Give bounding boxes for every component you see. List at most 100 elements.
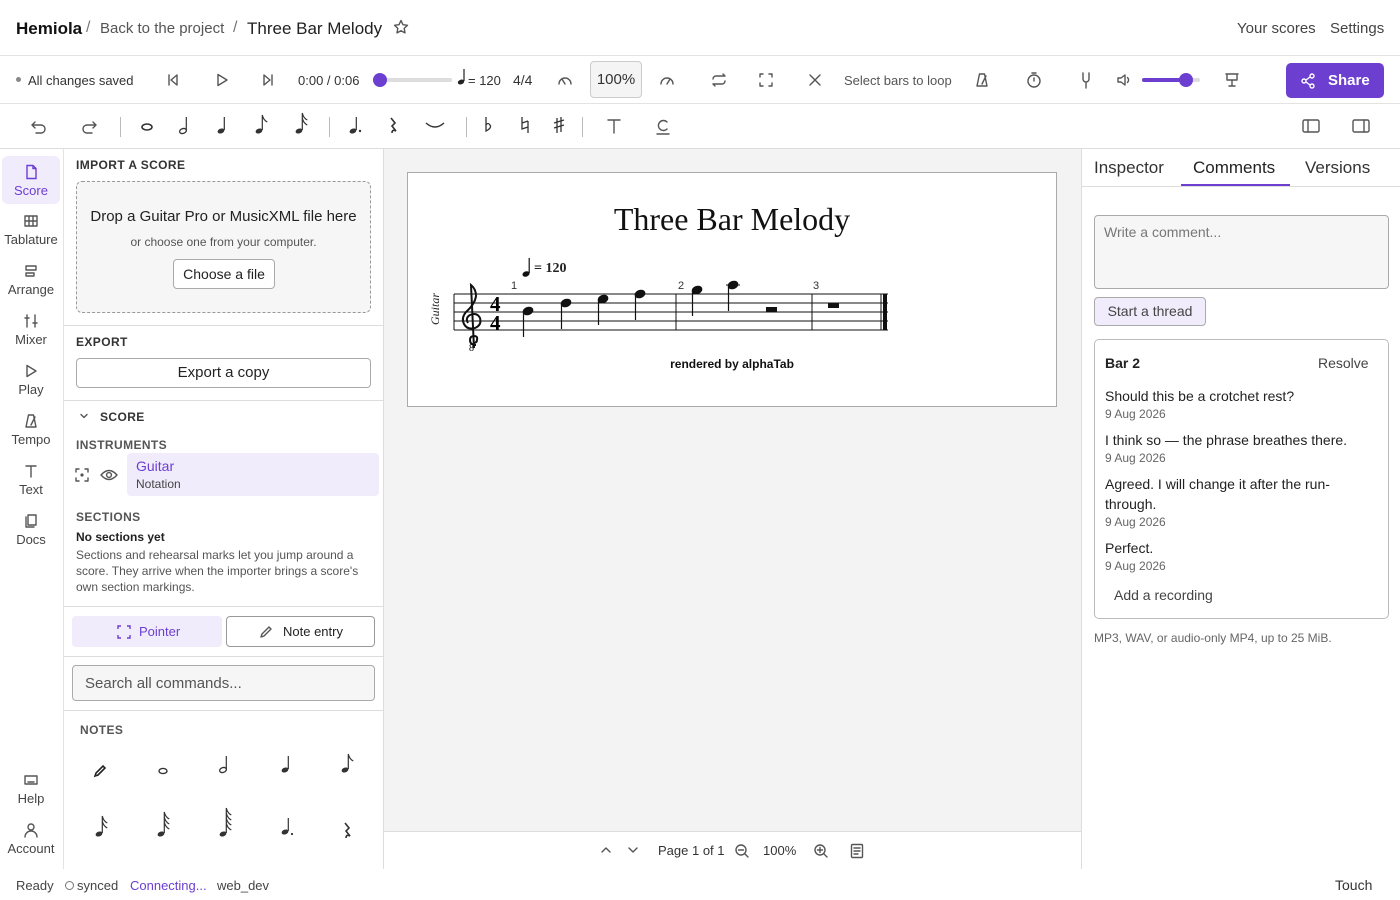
tab-comments[interactable]: Comments [1193, 158, 1275, 178]
play-icon[interactable] [214, 72, 230, 88]
page-indicator: Page 1 of 1 [658, 843, 725, 858]
your-scores-link[interactable]: Your scores [1237, 20, 1316, 37]
export-section-title: EXPORT [76, 335, 128, 349]
zoom-select[interactable]: 100% [590, 61, 642, 98]
zoom-in-icon[interactable] [813, 843, 829, 859]
breadcrumb-separator: / [86, 19, 91, 36]
toggle-left-panel-icon[interactable] [1302, 118, 1320, 134]
loop-icon[interactable] [710, 72, 728, 88]
natural-icon[interactable] [520, 115, 530, 135]
tempo-value[interactable]: = 120 [468, 73, 501, 88]
rail-item-account[interactable]: Account [2, 816, 60, 862]
skip-forward-icon[interactable] [260, 72, 276, 88]
half-note-icon[interactable] [218, 753, 230, 775]
score-canvas[interactable]: Three Bar Melody = 120 Guitar 1 2 3 8 4 … [384, 149, 1081, 869]
instrument-row-guitar[interactable]: Guitar Notation [127, 453, 379, 496]
half-note-icon[interactable] [178, 114, 190, 136]
flat-icon[interactable] [484, 115, 494, 135]
dotted-quarter-note-icon[interactable] [280, 815, 294, 837]
zoom-out-icon[interactable] [734, 843, 750, 859]
count-in-icon[interactable] [1026, 71, 1042, 89]
brand-logo[interactable]: Hemiola [16, 19, 82, 39]
command-search-input[interactable]: Search all commands... [72, 665, 375, 701]
rail-item-text[interactable]: Text [2, 457, 60, 503]
rest-icon[interactable] [388, 116, 398, 136]
touch-mode-toggle[interactable]: Touch [1335, 877, 1372, 893]
eye-icon[interactable] [100, 467, 118, 483]
chord-tool-icon[interactable] [655, 117, 671, 137]
volume-icon[interactable] [1116, 72, 1132, 88]
export-button[interactable]: Export a copy [76, 358, 371, 388]
star-icon[interactable] [393, 19, 409, 35]
chevron-up-icon[interactable] [599, 843, 613, 857]
add-recording-button[interactable]: Add a recording [1114, 587, 1213, 603]
import-dropzone[interactable]: Drop a Guitar Pro or MusicXML file here … [76, 181, 371, 313]
rail-item-docs[interactable]: Docs [2, 507, 60, 553]
settings-link[interactable]: Settings [1330, 20, 1384, 37]
score-page[interactable]: Three Bar Melody = 120 Guitar 1 2 3 8 4 … [407, 172, 1057, 407]
quarter-note-icon[interactable] [216, 114, 228, 136]
resolve-button[interactable]: Resolve [1318, 355, 1369, 371]
undo-icon[interactable] [30, 118, 48, 134]
slow-down-icon[interactable] [556, 72, 574, 88]
fullscreen-icon[interactable] [758, 72, 774, 88]
rail-item-arrange[interactable]: Arrange [2, 257, 60, 303]
speed-up-icon[interactable] [658, 72, 676, 88]
sixteenth-note-icon[interactable] [94, 813, 108, 839]
presentation-icon[interactable] [1224, 72, 1240, 88]
start-thread-button[interactable]: Start a thread [1094, 297, 1206, 326]
comment-placeholder: Write a comment... [1104, 224, 1222, 240]
rest-icon[interactable] [342, 821, 352, 841]
rail-item-help[interactable]: Help [2, 766, 60, 812]
pencil-icon[interactable] [92, 763, 108, 779]
user-icon [24, 823, 38, 838]
sync-status-icon [65, 881, 74, 890]
rail-item-mixer[interactable]: Mixer [2, 307, 60, 353]
metronome-icon[interactable] [974, 72, 990, 88]
text-tool-icon[interactable] [606, 117, 622, 135]
tie-icon[interactable] [424, 120, 446, 132]
share-button[interactable]: Share [1286, 63, 1384, 98]
page-layout-icon[interactable] [849, 843, 865, 859]
note-entry-button[interactable]: Note entry [226, 616, 375, 647]
tuning-fork-icon[interactable] [1078, 71, 1094, 89]
divider [64, 325, 383, 326]
dotted-note-icon[interactable] [348, 114, 362, 136]
rail-item-play[interactable]: Play [2, 357, 60, 403]
tab-versions[interactable]: Versions [1305, 158, 1370, 178]
thirty-second-note-icon[interactable] [156, 809, 170, 839]
chevron-down-icon[interactable] [78, 410, 90, 422]
quarter-note-icon[interactable] [280, 753, 292, 775]
rail-item-score[interactable]: Score [2, 156, 60, 204]
focus-icon[interactable] [74, 467, 90, 483]
eighth-note-icon[interactable] [340, 751, 354, 775]
chevron-down-icon[interactable] [626, 843, 640, 857]
choose-file-button[interactable]: Choose a file [173, 259, 275, 289]
recording-hint: MP3, WAV, or audio-only MP4, up to 25 Mi… [1094, 631, 1332, 645]
comment-text: Should this be a crotchet rest? [1105, 388, 1295, 404]
select-icon [116, 624, 132, 640]
toggle-right-panel-icon[interactable] [1352, 118, 1370, 134]
skip-back-icon[interactable] [165, 72, 181, 88]
staff-system[interactable]: 8 4 4 [448, 273, 898, 355]
whole-note-icon[interactable] [156, 766, 170, 776]
score-section-title[interactable]: SCORE [100, 410, 145, 424]
clear-selection-icon[interactable] [807, 72, 823, 88]
rail-item-tablature[interactable]: Tablature [2, 207, 60, 253]
text-icon [25, 465, 37, 478]
pointer-mode-button[interactable]: Pointer [72, 616, 222, 647]
time-signature[interactable]: 4/4 [513, 72, 532, 88]
sharp-icon[interactable] [553, 115, 565, 135]
sixty-fourth-note-icon[interactable] [218, 805, 232, 839]
back-to-project-link[interactable]: Back to the project [100, 20, 224, 37]
eighth-note-icon[interactable] [254, 112, 268, 136]
tab-inspector[interactable]: Inspector [1094, 158, 1164, 178]
playback-progress-slider[interactable] [373, 73, 452, 87]
comment-input[interactable]: Write a comment... [1094, 215, 1389, 289]
volume-slider[interactable] [1142, 73, 1200, 87]
sixteenth-note-icon[interactable] [294, 110, 308, 136]
redo-icon[interactable] [80, 118, 98, 134]
rail-item-tempo[interactable]: Tempo [2, 407, 60, 453]
toolbar-divider [582, 117, 583, 137]
whole-note-icon[interactable] [140, 122, 154, 132]
